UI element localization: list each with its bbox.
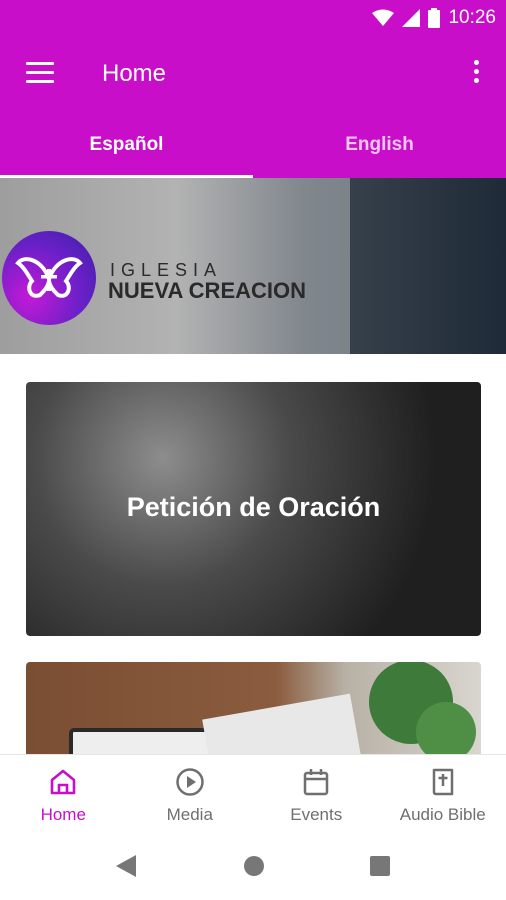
logo-text-bottom: NUEVA CREACION [108,278,307,303]
back-icon[interactable] [116,855,136,877]
content-scroll[interactable]: IGLESIA NUEVA CREACION Petición de Oraci… [0,178,506,754]
prayer-request-card[interactable]: Petición de Oración [26,382,481,636]
bible-icon [432,768,453,796]
nav-audio-bible-label: Audio Bible [399,805,486,824]
tab-espanol[interactable]: Español [0,112,253,178]
home-button-icon[interactable] [244,856,264,876]
open-book-image [69,662,476,754]
nav-home-label: Home [40,805,86,824]
nav-home[interactable]: Home [0,755,127,839]
signal-icon [402,9,421,27]
bible-card[interactable] [26,662,481,754]
system-navigation [0,838,506,900]
app-bar: Home [0,36,506,112]
bottom-navigation: Home Media Events Audio Bible [0,754,506,839]
status-time: 10:26 [448,7,496,28]
card-title: Petición de Oración [126,492,381,522]
status-icons: 10:26 [372,0,496,36]
nav-media-label: Media [166,805,213,824]
butterfly-logo-icon [2,231,96,325]
language-tabs: Español English [0,112,506,178]
nav-events[interactable]: Events [253,755,380,839]
menu-icon[interactable] [26,62,54,86]
status-bar: 10:26 [0,0,506,36]
nav-audio-bible[interactable]: Audio Bible [380,755,506,839]
calendar-icon [304,769,329,796]
more-vert-icon[interactable] [468,60,484,90]
nav-media[interactable]: Media [127,755,254,839]
play-circle-icon [176,768,204,796]
church-banner: IGLESIA NUEVA CREACION [0,178,506,354]
nav-events-label: Events [290,805,343,824]
home-icon [50,769,76,795]
wifi-icon [372,9,395,26]
recent-apps-icon[interactable] [370,856,390,876]
page-title: Home [102,60,167,87]
tab-english[interactable]: English [253,112,506,178]
battery-icon [428,8,441,28]
